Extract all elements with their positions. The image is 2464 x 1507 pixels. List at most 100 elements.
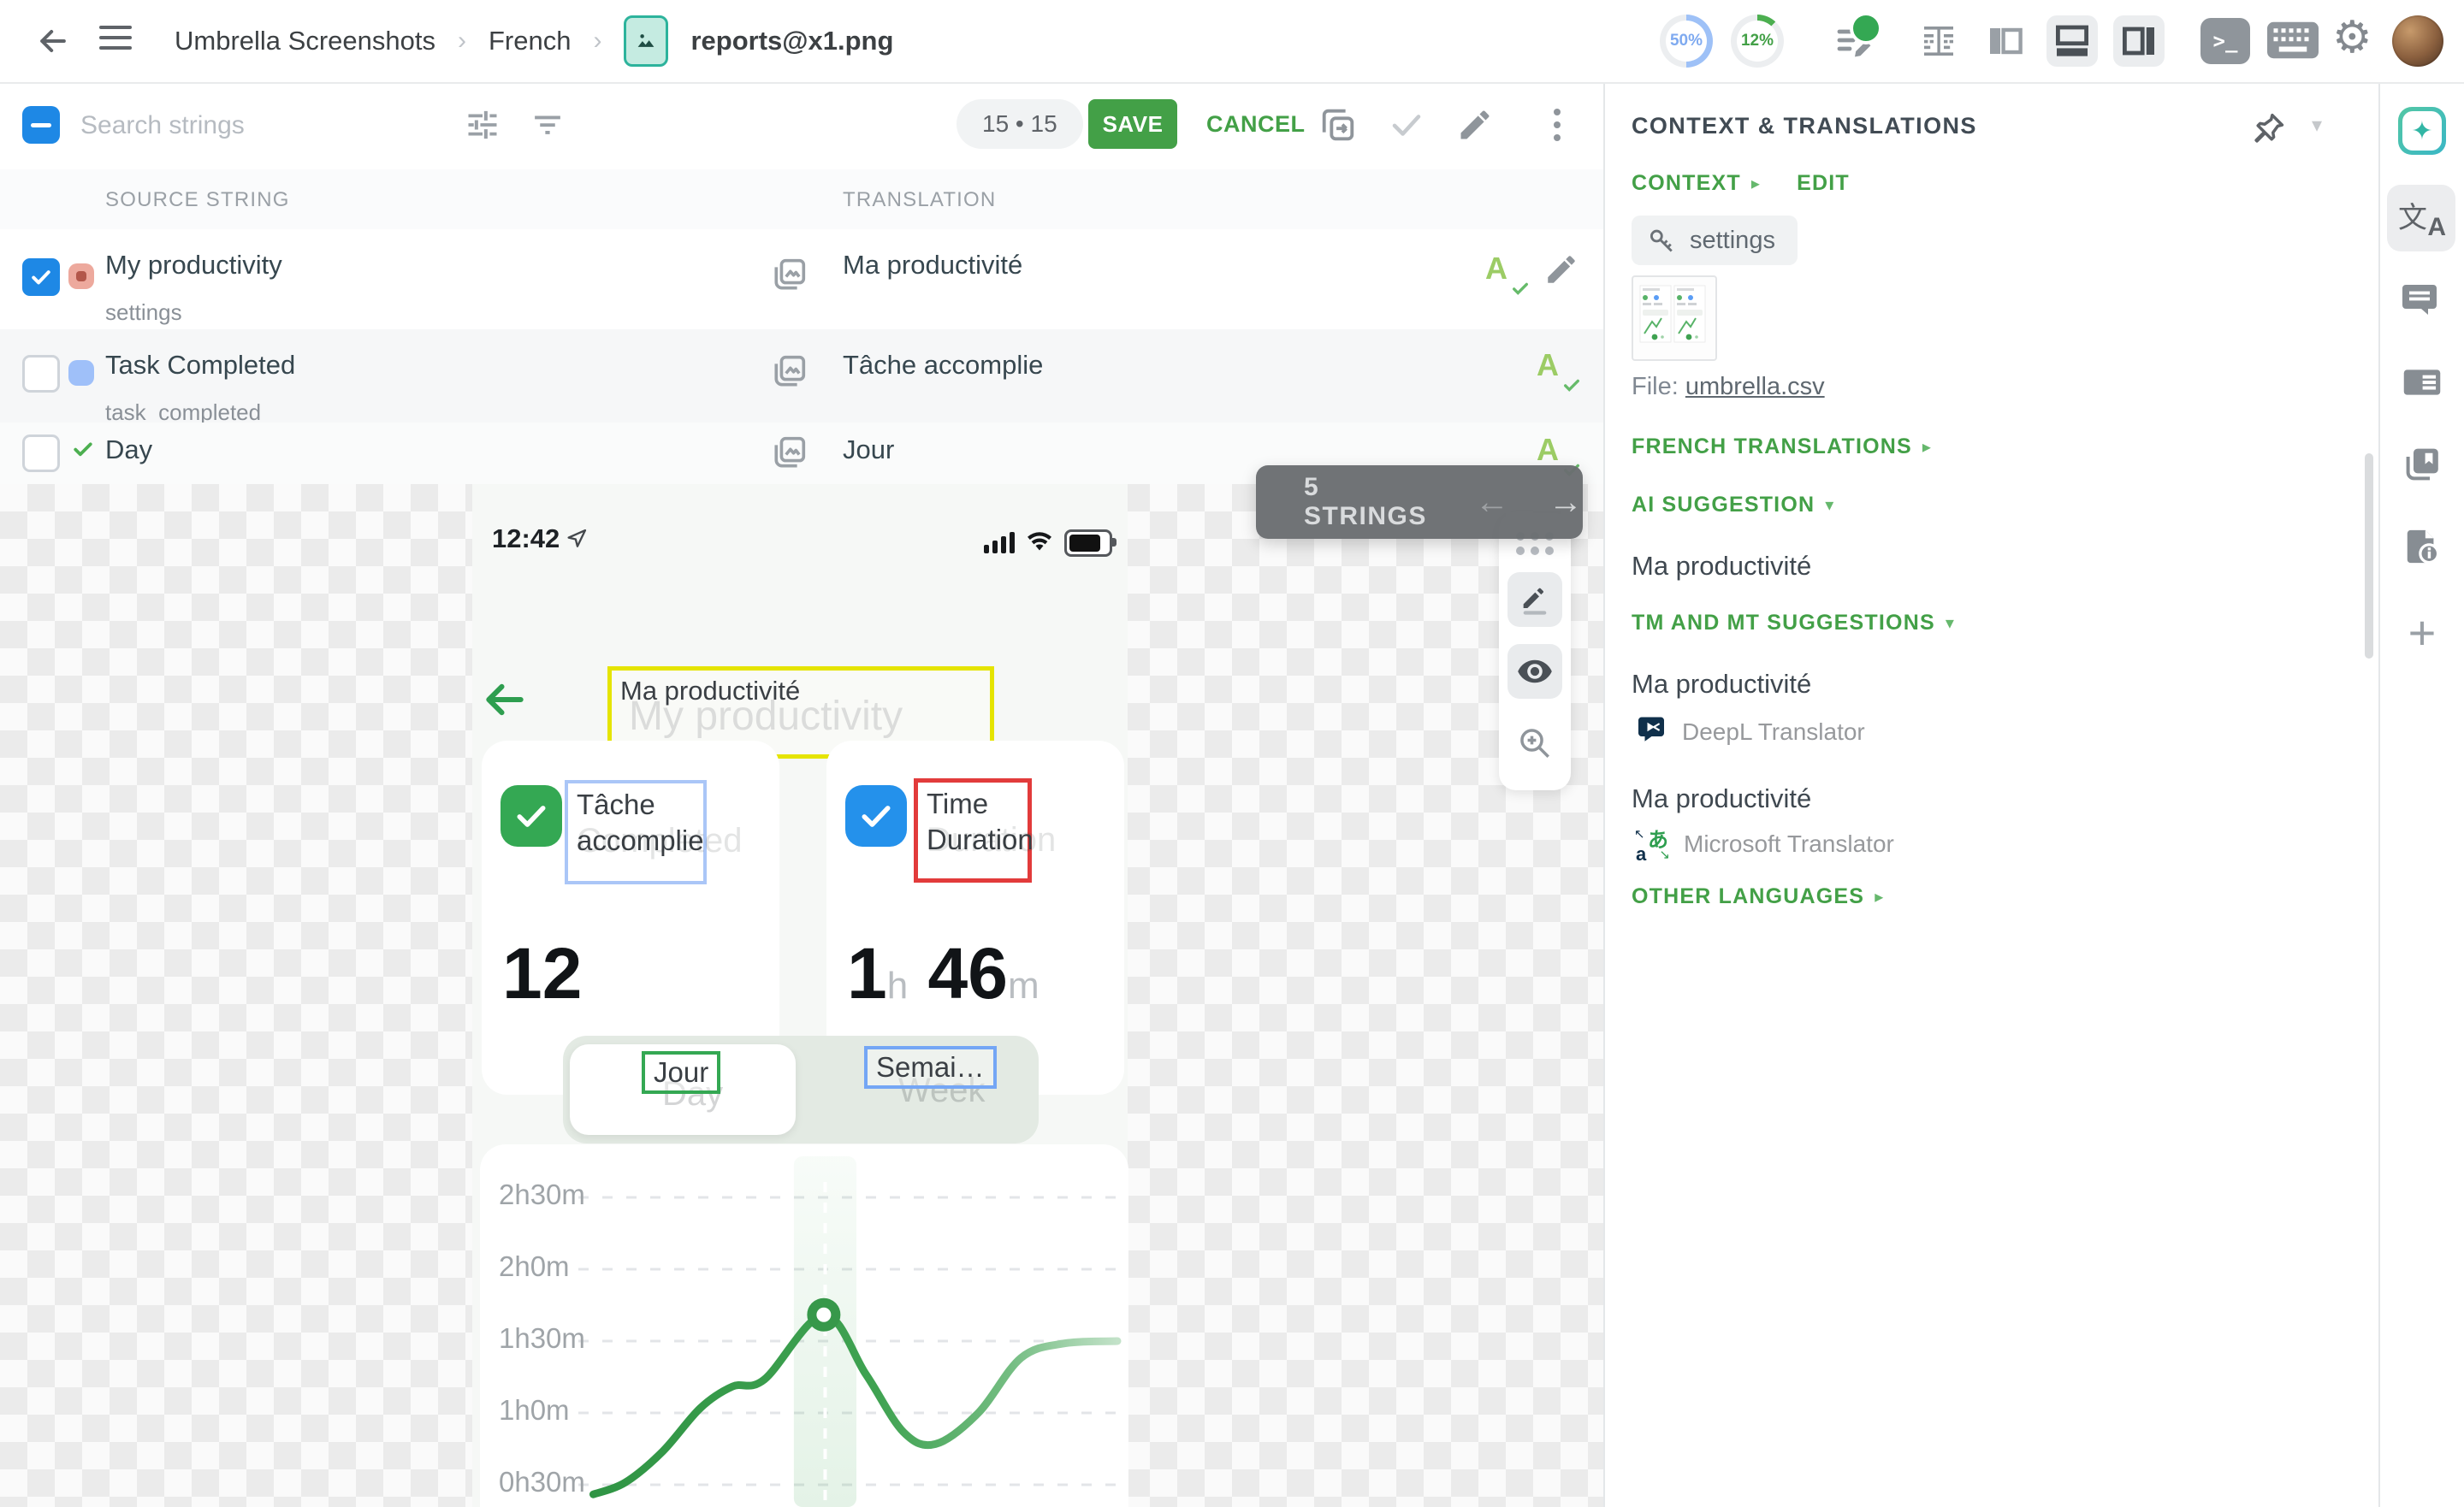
document-info-icon[interactable] xyxy=(2380,510,2464,583)
pin-icon[interactable] xyxy=(2245,104,2293,152)
collapse-icon[interactable]: ▾ xyxy=(2312,113,2322,138)
key-icon xyxy=(1647,226,1676,255)
source-string[interactable]: Day xyxy=(105,434,152,465)
card-icon[interactable] xyxy=(2380,346,2464,419)
segmented-control: Day Jour Week Semai… xyxy=(563,1036,1039,1144)
progress-ring-source[interactable]: 50% xyxy=(1660,15,1713,68)
strings-toolbar: 15 • 15 SAVE CANCEL xyxy=(0,82,1603,169)
filter-icon[interactable] xyxy=(527,104,568,145)
ai-suggestion-link[interactable]: AI SUGGESTION▾ xyxy=(1632,493,1834,517)
other-languages-link[interactable]: OTHER LANGUAGES▸ xyxy=(1632,884,1884,909)
translate-icon[interactable]: 文A xyxy=(2380,181,2464,255)
edit-link[interactable]: EDIT xyxy=(1797,171,1850,196)
key-tag[interactable]: settings xyxy=(1632,216,1798,265)
tasks-count: 12 xyxy=(502,932,582,1015)
y-tick: 2h0m xyxy=(499,1250,584,1283)
source-string[interactable]: My productivity xyxy=(105,250,282,281)
avatar[interactable] xyxy=(2392,15,2443,67)
panel-bottom-icon[interactable] xyxy=(2046,15,2098,67)
ai-suggestion-text[interactable]: Ma productivité xyxy=(1632,551,1811,582)
suggestion-text[interactable]: Ma productivité xyxy=(1632,669,1811,700)
editor-columns-icon[interactable] xyxy=(1913,15,1964,67)
breadcrumb-file[interactable]: reports@x1.png xyxy=(690,26,893,56)
pager-label: 5 STRINGS xyxy=(1304,473,1436,531)
select-all-checkbox[interactable] xyxy=(22,106,60,144)
status-badge xyxy=(68,360,94,386)
translation-string[interactable]: Ma productivité xyxy=(843,250,1022,281)
annotation-label-box[interactable]: Completed Tâche accomplie xyxy=(565,780,707,884)
table-row[interactable]: My productivity settings Ma productivité… xyxy=(0,229,1603,331)
tasks-icon[interactable] xyxy=(1829,15,1881,67)
more-icon[interactable] xyxy=(1540,103,1574,147)
screenshot-indicator-icon[interactable] xyxy=(770,352,809,391)
row-checkbox[interactable] xyxy=(22,258,60,296)
green-check-icon xyxy=(500,785,562,847)
draw-icon[interactable] xyxy=(1507,572,1562,627)
cancel-button[interactable]: CANCEL xyxy=(1206,99,1306,149)
add-icon[interactable]: + xyxy=(2380,595,2464,669)
context-thumbnail[interactable] xyxy=(1632,275,1717,361)
file-link[interactable]: umbrella.csv xyxy=(1685,373,1825,400)
progress-ring-source-label: 50% xyxy=(1666,21,1707,62)
edit-icon[interactable] xyxy=(1454,104,1496,145)
chevron-right-icon: ▸ xyxy=(1922,436,1932,458)
annotation-segment-day[interactable]: Jour xyxy=(642,1051,720,1094)
screenshot-indicator-icon[interactable] xyxy=(770,255,809,294)
table-row[interactable]: Task Completed task_completed Tâche acco… xyxy=(0,329,1603,424)
breadcrumb: Umbrella Screenshots › French › reports@… xyxy=(175,0,893,82)
menu-icon[interactable] xyxy=(99,26,132,50)
notification-dot xyxy=(1850,12,1882,44)
screenshots-icon[interactable] xyxy=(2380,428,2464,501)
pager-next-icon[interactable]: → xyxy=(1549,483,1583,522)
strings-workspace: 15 • 15 SAVE CANCEL SOURCE STRING TRANSL… xyxy=(0,82,1605,1507)
panel-left-icon[interactable] xyxy=(1980,15,2031,67)
visibility-icon[interactable] xyxy=(1507,644,1562,699)
annotation-label-box[interactable]: Duration Time Duration xyxy=(914,778,1032,883)
save-button[interactable]: SAVE xyxy=(1088,99,1177,149)
translation-string[interactable]: Tâche accomplie xyxy=(843,350,1043,381)
check-icon[interactable] xyxy=(1386,104,1427,145)
tune-icon[interactable] xyxy=(462,104,503,145)
screenshot-canvas[interactable]: 12:42 My productivity xyxy=(0,484,1603,1507)
terminal-icon[interactable]: >_ xyxy=(2200,18,2250,64)
translation-string[interactable]: Jour xyxy=(843,434,894,465)
file-label: File: xyxy=(1632,373,1679,400)
screenshot-indicator-icon[interactable] xyxy=(770,433,809,472)
lokalise-ai-icon[interactable]: ✦✦ xyxy=(2380,94,2464,168)
french-translations-link[interactable]: FRENCH TRANSLATIONS▸ xyxy=(1632,434,1932,459)
blue-check-icon xyxy=(845,785,907,847)
chevron-right-icon: › xyxy=(458,27,466,56)
string-key[interactable]: settings xyxy=(105,299,182,326)
spellcheck-icon[interactable]: A xyxy=(1537,350,1578,391)
source-ghost-text: Completed xyxy=(577,823,742,859)
row-checkbox[interactable] xyxy=(22,434,60,472)
breadcrumb-language[interactable]: French xyxy=(489,26,571,56)
context-link[interactable]: CONTEXT▸ xyxy=(1632,171,1761,196)
zoom-in-icon[interactable] xyxy=(1507,716,1562,771)
edit-translation-icon[interactable] xyxy=(1543,251,1579,292)
back-icon[interactable] xyxy=(34,22,72,64)
panel-scrollbar[interactable] xyxy=(2365,453,2373,659)
annotation-segment-week[interactable]: Semai… xyxy=(864,1046,997,1089)
row-checkbox[interactable] xyxy=(22,355,60,393)
chevron-down-icon: ▾ xyxy=(1825,494,1834,516)
pager-prev-icon[interactable]: ← xyxy=(1475,483,1509,522)
tm-mt-suggestions-link[interactable]: TM AND MT SUGGESTIONS▾ xyxy=(1632,611,1955,635)
panel-title: CONTEXT & TRANSLATIONS xyxy=(1632,113,1977,139)
breadcrumb-project[interactable]: Umbrella Screenshots xyxy=(175,26,435,56)
search-input[interactable] xyxy=(79,99,441,152)
status-badge xyxy=(68,263,94,289)
source-string[interactable]: Task Completed xyxy=(105,350,295,381)
keyboard-icon[interactable] xyxy=(2267,21,2319,63)
suggestion-text[interactable]: Ma productivité xyxy=(1632,783,1811,814)
progress-ring-target[interactable]: 12% xyxy=(1731,15,1784,68)
gear-icon[interactable]: ⚙ xyxy=(2332,12,2372,63)
duplicate-icon[interactable] xyxy=(1318,104,1359,145)
comments-icon[interactable] xyxy=(2380,263,2464,337)
spellcheck-icon[interactable]: A xyxy=(1485,253,1526,294)
key-tag-label: settings xyxy=(1690,227,1775,255)
chevron-down-icon: ▾ xyxy=(1946,612,1955,634)
progress-ring-target-label: 12% xyxy=(1737,21,1778,62)
strings-pager: 5 STRINGS ← → xyxy=(1256,465,1583,539)
panel-right-icon[interactable] xyxy=(2113,15,2165,67)
